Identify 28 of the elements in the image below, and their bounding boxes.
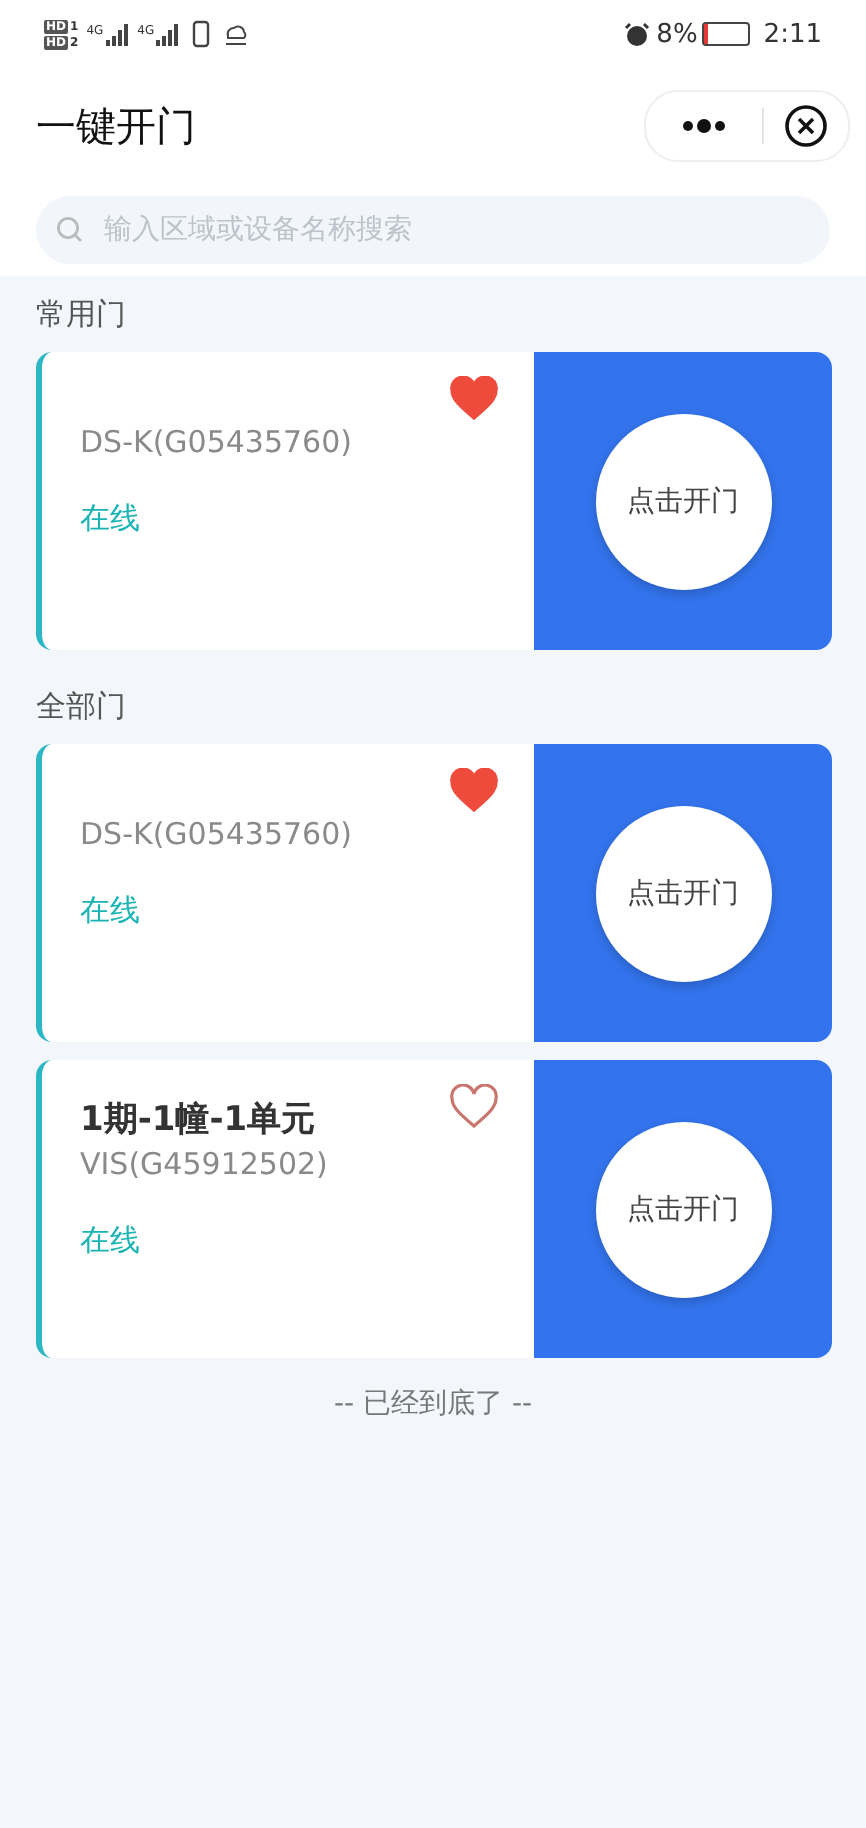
signal-icon	[105, 23, 130, 45]
online-status: 在线	[80, 1222, 142, 1260]
device-id: VIS(G45912502)	[80, 1146, 330, 1182]
open-door-button[interactable]: 点击开门	[595, 805, 771, 981]
end-of-list-text: -- 已经到底了 --	[333, 1388, 533, 1420]
clock-time: 2:11	[763, 19, 822, 49]
open-door-button[interactable]: 点击开门	[595, 413, 771, 589]
page-title: 一键开门	[36, 99, 198, 153]
alarm-icon	[624, 21, 651, 47]
section-title: 常用门	[34, 294, 128, 336]
phone-icon	[192, 20, 211, 48]
device-id: DS-K(G05435760)	[80, 816, 354, 852]
battery-icon	[701, 22, 750, 46]
section-title: 全部门	[34, 686, 128, 728]
open-door-button[interactable]: 点击开门	[595, 1121, 771, 1297]
heart-icon[interactable]	[450, 1084, 498, 1128]
signal-icon	[156, 23, 181, 45]
search-icon	[56, 216, 84, 244]
close-icon[interactable]	[784, 104, 828, 148]
online-status: 在线	[80, 500, 142, 538]
battery-percent: 8%	[656, 19, 698, 49]
more-icon[interactable]	[682, 118, 726, 134]
heart-icon[interactable]	[450, 376, 498, 420]
door-name: 1期-1幢-1单元	[80, 1098, 316, 1142]
cloud-icon	[222, 22, 251, 46]
heart-icon[interactable]	[450, 768, 498, 812]
online-status: 在线	[80, 892, 142, 930]
device-id: DS-K(G05435760)	[80, 424, 354, 460]
